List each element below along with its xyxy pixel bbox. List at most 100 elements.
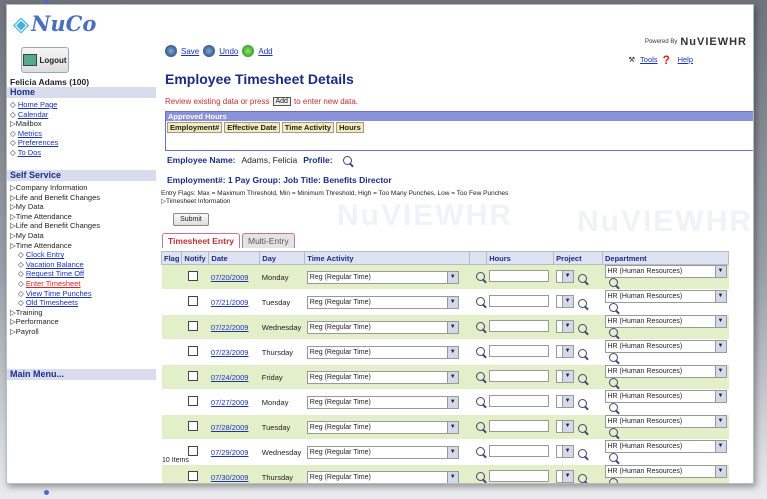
search-icon[interactable] (608, 378, 618, 387)
time-activity-select[interactable]: Reg (Regular Time) ▼ (306, 295, 459, 309)
submit-button[interactable]: Submit (173, 213, 209, 226)
project-select[interactable]: ▼ (555, 469, 574, 483)
project-select[interactable]: ▼ (555, 294, 574, 308)
nav-view-time-punches[interactable]: ◇ View Time Punches (10, 289, 100, 299)
timesheet-info-toggle[interactable]: ▷Timesheet Information (161, 198, 508, 206)
search-icon[interactable] (475, 446, 485, 456)
notify-checkbox[interactable] (187, 446, 198, 456)
search-icon[interactable] (475, 396, 485, 406)
nav-performance[interactable]: ▷Performance (10, 317, 100, 327)
nav-old-timesheets[interactable]: ◇ Old Timesheets (10, 298, 100, 308)
search-icon[interactable] (577, 373, 587, 383)
project-select[interactable]: ▼ (555, 269, 574, 283)
date-link[interactable]: 07/28/2009 (211, 423, 249, 432)
search-icon[interactable] (475, 371, 485, 381)
project-select[interactable]: ▼ (555, 419, 574, 433)
undo-icon[interactable] (203, 45, 216, 57)
time-activity-select[interactable]: Reg (Regular Time) ▼ (306, 395, 459, 409)
hours-input[interactable] (488, 345, 549, 357)
nav-my-data[interactable]: ▷My Data (10, 231, 100, 241)
notify-checkbox[interactable] (187, 421, 198, 431)
hours-input[interactable] (488, 370, 549, 382)
notify-checkbox[interactable] (187, 296, 198, 306)
col-header[interactable]: Employment# (167, 122, 223, 133)
notify-checkbox[interactable] (187, 471, 198, 481)
project-select[interactable]: ▼ (555, 369, 574, 383)
nav-payroll[interactable]: ▷Payroll (10, 327, 100, 337)
notify-checkbox[interactable] (187, 346, 198, 356)
hours-input[interactable] (488, 470, 549, 482)
nav-vacation-balance[interactable]: ◇ Vacation Balance (10, 260, 100, 270)
search-icon[interactable] (608, 478, 618, 483)
save-icon[interactable] (165, 45, 177, 57)
date-link[interactable]: 07/22/2009 (211, 323, 249, 332)
time-activity-select[interactable]: Reg (Regular Time) ▼ (306, 370, 459, 384)
search-icon[interactable] (475, 271, 485, 281)
nav-preferences[interactable]: ◇ Preferences (10, 138, 58, 148)
search-icon[interactable] (577, 473, 587, 483)
tools-icon[interactable]: ⚒ (628, 55, 635, 64)
search-icon[interactable] (577, 423, 587, 433)
tab-multi-entry[interactable]: Multi-Entry (241, 233, 295, 248)
notify-checkbox[interactable] (187, 271, 198, 281)
search-icon[interactable] (608, 428, 618, 437)
nav-my-data[interactable]: ▷My Data (10, 202, 100, 212)
nav-enter-timesheet[interactable]: ◇ Enter Timesheet (10, 279, 100, 289)
date-link[interactable]: 07/27/2009 (211, 398, 249, 407)
hours-input[interactable] (488, 420, 549, 432)
profile-search-icon[interactable] (342, 155, 352, 165)
nav-home-page[interactable]: ◇ Home Page (10, 100, 58, 110)
search-icon[interactable] (577, 448, 587, 458)
nav-calendar[interactable]: ◇ Calendar (10, 110, 58, 120)
nav-clock-entry[interactable]: ◇ Clock Entry (10, 250, 100, 260)
search-icon[interactable] (608, 328, 618, 337)
date-link[interactable]: 07/24/2009 (211, 373, 249, 382)
project-select[interactable]: ▼ (555, 444, 574, 458)
hours-input[interactable] (488, 445, 549, 457)
nav-to-dos[interactable]: ◇ To Dos (10, 148, 58, 158)
col-header[interactable]: Hours (336, 122, 364, 133)
nav-request-time-off[interactable]: ◇ Request Time Off (10, 269, 100, 279)
date-link[interactable]: 07/29/2009 (211, 448, 249, 457)
time-activity-select[interactable]: Reg (Regular Time) ▼ (306, 445, 459, 459)
search-icon[interactable] (475, 421, 485, 431)
nav-metrics[interactable]: ◇ Metrics (10, 129, 58, 139)
project-select[interactable]: ▼ (555, 394, 574, 408)
add-icon[interactable] (242, 45, 255, 57)
time-activity-select[interactable]: Reg (Regular Time) ▼ (306, 320, 459, 334)
date-link[interactable]: 07/21/2009 (211, 298, 249, 307)
logout-button[interactable]: Logout (21, 47, 69, 73)
self-service-section-header[interactable]: Self Service (7, 170, 156, 181)
department-select[interactable]: HR (Human Resources) ▼ (604, 415, 727, 428)
notify-checkbox[interactable] (187, 321, 198, 331)
hours-input[interactable] (488, 295, 549, 307)
time-activity-select[interactable]: Reg (Regular Time) ▼ (306, 420, 459, 434)
search-icon[interactable] (475, 471, 485, 481)
nav-mailbox[interactable]: ▷Mailbox (10, 119, 58, 129)
undo-link[interactable]: Undo (219, 47, 238, 56)
add-link[interactable]: Add (258, 47, 272, 56)
search-icon[interactable] (577, 273, 587, 283)
search-icon[interactable] (608, 278, 618, 287)
search-icon[interactable] (577, 323, 587, 333)
department-select[interactable]: HR (Human Resources) ▼ (604, 440, 727, 453)
col-header[interactable]: Effective Date (224, 122, 280, 133)
time-activity-select[interactable]: Reg (Regular Time) ▼ (306, 270, 459, 284)
search-icon[interactable] (577, 298, 587, 308)
search-icon[interactable] (608, 403, 618, 412)
search-icon[interactable] (608, 453, 618, 462)
search-icon[interactable] (475, 346, 485, 356)
search-icon[interactable] (475, 321, 485, 331)
help-link[interactable]: Help (678, 55, 693, 64)
department-select[interactable]: HR (Human Resources) ▼ (604, 290, 727, 303)
tab-timesheet-entry[interactable]: Timesheet Entry (162, 233, 240, 248)
search-icon[interactable] (475, 296, 485, 306)
department-select[interactable]: HR (Human Resources) ▼ (604, 365, 727, 378)
department-select[interactable]: HR (Human Resources) ▼ (604, 340, 727, 353)
department-select[interactable]: HR (Human Resources) ▼ (604, 465, 727, 478)
search-icon[interactable] (577, 348, 587, 358)
nav-time-attendance[interactable]: ▷Time Attendance (10, 212, 100, 222)
help-icon[interactable]: ? (663, 53, 673, 67)
notify-checkbox[interactable] (187, 371, 198, 381)
time-activity-select[interactable]: Reg (Regular Time) ▼ (306, 470, 459, 483)
